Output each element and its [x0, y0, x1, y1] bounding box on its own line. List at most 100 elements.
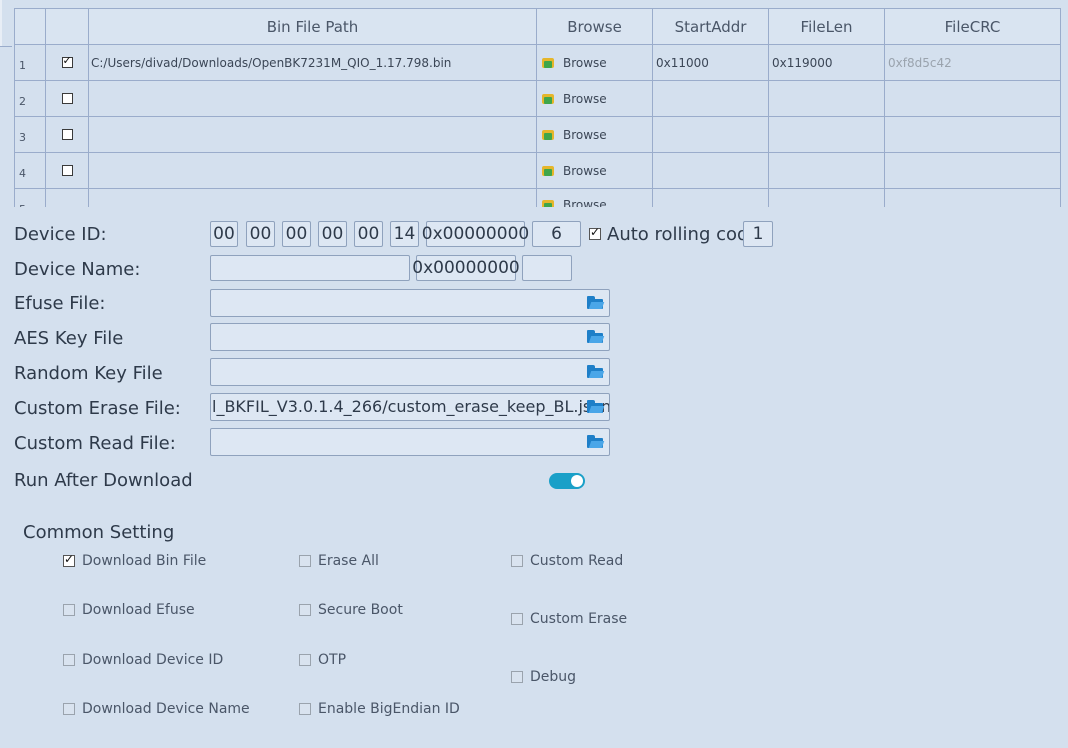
aes-key-file-field[interactable]: [210, 323, 610, 351]
secure-boot-checkbox[interactable]: [299, 604, 311, 616]
download-bin-file-option[interactable]: Download Bin File: [63, 552, 207, 569]
device-name-hex-field[interactable]: 0x00000000: [412, 255, 520, 281]
custom-read-checkbox[interactable]: [511, 555, 523, 567]
header-start-addr[interactable]: StartAddr: [653, 9, 769, 45]
otp-checkbox[interactable]: [299, 654, 311, 666]
table-left-edge: [0, 0, 2, 46]
secure-boot-label: Secure Boot: [318, 602, 403, 618]
device-id-byte-field[interactable]: 00: [318, 221, 347, 247]
custom-erase-option[interactable]: Custom Erase: [511, 611, 627, 627]
browse-button[interactable]: Browse: [537, 189, 653, 207]
row-select-checkbox[interactable]: [61, 54, 73, 68]
browse-label: Browse: [563, 55, 607, 70]
run-after-download-toggle[interactable]: [549, 473, 585, 489]
erase-all-checkbox[interactable]: [299, 555, 311, 567]
otp-label: OTP: [318, 652, 347, 668]
file-crc-cell: [885, 81, 1061, 117]
bin-file-path-cell[interactable]: [89, 153, 537, 189]
erase-all-option[interactable]: Erase All: [299, 553, 379, 569]
bin-file-path-cell[interactable]: C:/Users/divad/Downloads/OpenBK7231M_QIO…: [89, 45, 537, 81]
download-device-name-option[interactable]: Download Device Name: [63, 701, 250, 717]
efuse-file-field[interactable]: [210, 289, 610, 317]
custom-read-label: Custom Read: [530, 553, 624, 569]
random-key-file-field[interactable]: [210, 358, 610, 386]
device-id-hex-field[interactable]: 0x00000000: [422, 221, 529, 247]
download-bin-file-label: Download Bin File: [82, 553, 207, 569]
folder-open-icon[interactable]: [587, 435, 605, 448]
bin-file-path-cell[interactable]: [89, 81, 537, 117]
start-addr-cell[interactable]: [653, 117, 769, 153]
custom-read-file-field[interactable]: [210, 428, 610, 456]
browse-folder-icon: [541, 198, 555, 207]
custom-erase-checkbox[interactable]: [511, 613, 523, 625]
browse-button[interactable]: Browse: [537, 81, 653, 117]
download-bin-file-checkbox[interactable]: [63, 552, 75, 567]
device-name-extra-field[interactable]: [522, 255, 572, 281]
custom-read-file-label: Custom Read File:: [14, 433, 176, 454]
file-len-cell: 0x119000: [769, 45, 885, 81]
browse-button[interactable]: Browse: [537, 117, 653, 153]
debug-option[interactable]: Debug: [511, 669, 576, 685]
row-select-cell: [46, 45, 89, 81]
header-file-crc[interactable]: FileCRC: [885, 9, 1061, 45]
bin-file-path-cell[interactable]: [89, 117, 537, 153]
rolling-code-field[interactable]: 1: [743, 221, 773, 247]
common-setting-title: Common Setting: [23, 522, 175, 543]
enable-bigendian-id-checkbox[interactable]: [299, 703, 311, 715]
debug-checkbox[interactable]: [511, 671, 523, 683]
secure-boot-option[interactable]: Secure Boot: [299, 602, 403, 618]
row-number: 1: [14, 45, 46, 81]
folder-open-icon[interactable]: [587, 400, 605, 413]
custom-erase-label: Custom Erase: [530, 611, 628, 627]
start-addr-cell[interactable]: 0x11000: [653, 45, 769, 81]
otp-option[interactable]: OTP: [299, 652, 346, 668]
device-id-byte-field[interactable]: 14: [390, 221, 419, 247]
table-row: 1 C:/Users/divad/Downloads/OpenBK7231M_Q…: [14, 45, 1061, 81]
device-id-byte-field[interactable]: 00: [210, 221, 238, 247]
start-addr-cell[interactable]: [653, 189, 769, 207]
table-left-divider: [0, 46, 12, 47]
device-id-byte-field[interactable]: 00: [354, 221, 383, 247]
browse-button[interactable]: Browse: [537, 153, 653, 189]
download-device-id-option[interactable]: Download Device ID: [63, 652, 223, 668]
device-id-length-field[interactable]: 6: [532, 221, 581, 247]
download-device-id-checkbox[interactable]: [63, 654, 75, 666]
row-select-checkbox[interactable]: [61, 93, 73, 104]
start-addr-cell[interactable]: [653, 153, 769, 189]
download-efuse-option[interactable]: Download Efuse: [63, 602, 195, 618]
download-device-name-checkbox[interactable]: [63, 703, 75, 715]
folder-open-icon[interactable]: [587, 330, 605, 343]
download-efuse-checkbox[interactable]: [63, 604, 75, 616]
row-select-checkbox[interactable]: [61, 129, 73, 140]
device-id-byte-field[interactable]: 00: [282, 221, 311, 247]
custom-erase-file-field[interactable]: l_BKFIL_V3.0.1.4_266/custom_erase_keep_B…: [210, 393, 610, 421]
file-len-cell: [769, 117, 885, 153]
header-bin-file-path[interactable]: Bin File Path: [89, 9, 537, 45]
device-id-byte-field[interactable]: 00: [246, 221, 275, 247]
folder-open-icon[interactable]: [587, 296, 605, 309]
browse-folder-icon: [541, 92, 555, 106]
row-select-checkbox[interactable]: [61, 165, 73, 176]
row-number-label: 5: [15, 197, 26, 207]
folder-open-icon[interactable]: [587, 365, 605, 378]
file-len-value: 0x119000: [772, 55, 833, 70]
browse-button[interactable]: Browse: [537, 45, 653, 81]
debug-label: Debug: [530, 669, 577, 685]
enable-bigendian-id-option[interactable]: Enable BigEndian ID: [299, 701, 460, 717]
header-file-len[interactable]: FileLen: [769, 9, 885, 45]
file-len-cell: [769, 189, 885, 207]
row-select-cell: [46, 189, 89, 207]
auto-rolling-code-label: Auto rolling code: [607, 224, 760, 245]
start-addr-cell[interactable]: [653, 81, 769, 117]
bin-file-path-cell[interactable]: [89, 189, 537, 207]
device-name-field[interactable]: [210, 255, 410, 281]
table-row: 5 Browse: [14, 189, 1061, 207]
row-select-cell: [46, 117, 89, 153]
file-len-cell: [769, 153, 885, 189]
erase-all-label: Erase All: [318, 553, 379, 569]
auto-rolling-code-checkbox[interactable]: [589, 225, 601, 240]
custom-read-option[interactable]: Custom Read: [511, 553, 623, 569]
start-addr-value: 0x11000: [656, 55, 709, 70]
header-browse[interactable]: Browse: [537, 9, 653, 45]
custom-erase-file-value: l_BKFIL_V3.0.1.4_266/custom_erase_keep_B…: [212, 397, 610, 416]
